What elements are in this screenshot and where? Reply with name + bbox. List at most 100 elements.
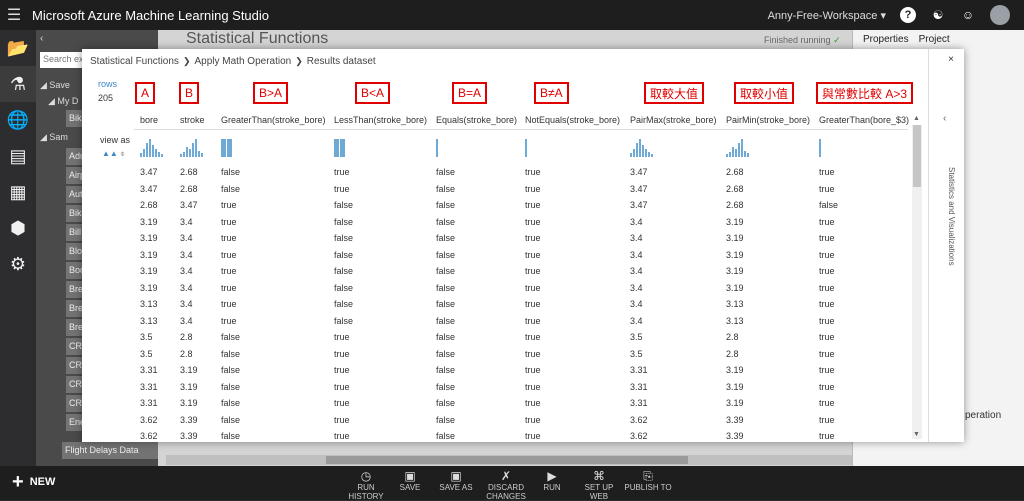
column-histogram[interactable] [180,137,210,157]
projects-icon[interactable]: 📂 [0,30,36,66]
table-cell[interactable]: 3.4 [180,217,193,227]
table-cell[interactable]: true [819,415,835,425]
table-cell[interactable]: 3.4 [180,316,193,326]
table-cell[interactable]: 3.31 [630,365,648,375]
column-header[interactable]: PairMin(stroke_bore) [726,115,810,125]
column-histogram[interactable] [525,137,555,157]
table-cell[interactable]: true [525,349,541,359]
table-cell[interactable]: 3.4 [630,266,643,276]
table-cell[interactable]: false [221,332,240,342]
table-cell[interactable]: 3.31 [140,398,158,408]
tab-properties[interactable]: Properties [863,34,909,46]
table-cell[interactable]: 3.19 [140,217,158,227]
table-cell[interactable]: true [525,167,541,177]
histogram-view-icon[interactable]: ▲▲ [102,149,118,158]
table-cell[interactable]: false [334,266,353,276]
table-cell[interactable]: true [525,250,541,260]
table-cell[interactable]: 3.31 [140,382,158,392]
table-cell[interactable]: false [436,217,455,227]
table-cell[interactable]: 3.5 [630,332,643,342]
table-cell[interactable]: false [436,184,455,194]
table-cell[interactable]: true [334,184,350,194]
table-cell[interactable]: 3.13 [726,316,744,326]
table-cell[interactable]: true [221,299,237,309]
table-cell[interactable]: 3.5 [140,332,153,342]
canvas-scrollbar-thumb[interactable] [326,456,688,464]
column-header[interactable]: PairMax(stroke_bore) [630,115,717,125]
table-cell[interactable]: true [525,283,541,293]
table-cell[interactable]: 3.39 [726,431,744,441]
table-cell[interactable]: true [334,167,350,177]
table-cell[interactable]: 3.62 [630,415,648,425]
column-histogram[interactable] [221,137,251,157]
table-cell[interactable]: true [525,398,541,408]
palette-tree-node[interactable]: ◢ Sam [40,132,68,143]
table-cell[interactable]: 3.39 [180,415,198,425]
table-cell[interactable]: 3.19 [726,217,744,227]
table-cell[interactable]: 3.19 [180,365,198,375]
table-cell[interactable]: true [525,332,541,342]
trained-models-cube-icon[interactable]: ⬢ [0,210,36,246]
table-cell[interactable]: true [334,431,350,441]
column-header[interactable]: NotEquals(stroke_bore) [525,115,620,125]
view-as-toggle[interactable]: ▲▲ ⌽ [102,149,125,159]
table-cell[interactable]: 3.19 [726,266,744,276]
toolbar-button-set-up-web[interactable]: ⌘ SET UP WEB [575,470,623,501]
table-cell[interactable]: 3.4 [630,316,643,326]
table-cell[interactable]: true [525,316,541,326]
table-cell[interactable]: 3.4 [630,217,643,227]
table-cell[interactable]: 3.31 [140,365,158,375]
toolbar-button-publish-to[interactable]: ⎘ PUBLISH TO [624,470,672,493]
table-cell[interactable]: false [334,283,353,293]
table-cell[interactable]: true [819,349,835,359]
table-cell[interactable]: 3.31 [630,398,648,408]
table-cell[interactable]: true [334,332,350,342]
table-cell[interactable]: true [819,382,835,392]
table-cell[interactable]: 3.13 [140,299,158,309]
column-histogram[interactable] [334,137,364,157]
collapse-palette-icon[interactable]: ‹ [40,33,43,44]
table-cell[interactable]: 3.47 [140,167,158,177]
table-cell[interactable]: true [334,398,350,408]
web-services-globe-icon[interactable]: 🌐 [0,102,36,138]
hamburger-menu-icon[interactable]: ☰ [0,5,28,25]
column-header[interactable]: stroke [180,115,205,125]
table-cell[interactable]: false [334,233,353,243]
table-cell[interactable]: 3.19 [726,250,744,260]
table-cell[interactable]: false [436,349,455,359]
table-cell[interactable]: true [525,415,541,425]
column-histogram[interactable] [140,137,170,157]
table-cell[interactable]: true [525,431,541,441]
column-header[interactable]: LessThan(stroke_bore) [334,115,427,125]
table-cell[interactable]: false [221,431,240,441]
table-cell[interactable]: false [436,398,455,408]
chevron-left-icon[interactable]: ‹ [943,113,946,124]
table-cell[interactable]: false [436,332,455,342]
palette-item[interactable]: Flight Delays Data [62,442,158,459]
table-cell[interactable]: true [819,283,835,293]
table-cell[interactable]: true [819,217,835,227]
table-cell[interactable]: 3.19 [726,398,744,408]
toolbar-button-save[interactable]: ▣ SAVE [386,470,434,493]
table-cell[interactable]: false [436,415,455,425]
table-cell[interactable]: 3.4 [180,250,193,260]
column-header[interactable]: Equals(stroke_bore) [436,115,517,125]
table-cell[interactable]: true [525,365,541,375]
new-button[interactable]: + NEW [12,472,55,492]
table-cell[interactable]: 3.47 [180,200,198,210]
toolbar-button-save-as[interactable]: ▣ SAVE AS [432,470,480,493]
workspace-selector[interactable]: Anny-Free-Workspace ▾ [768,9,886,22]
table-cell[interactable]: true [819,233,835,243]
table-cell[interactable]: true [525,266,541,276]
table-cell[interactable]: false [436,365,455,375]
table-cell[interactable]: 3.19 [140,233,158,243]
table-cell[interactable]: 3.4 [180,283,193,293]
table-cell[interactable]: false [436,431,455,441]
table-cell[interactable]: false [334,250,353,260]
breadcrumb-item[interactable]: Statistical Functions [90,56,179,67]
table-cell[interactable]: 2.8 [180,332,193,342]
column-header[interactable]: GreaterThan(bore_$3) [819,115,909,125]
column-histogram[interactable] [726,137,756,157]
table-cell[interactable]: 3.4 [630,283,643,293]
table-cell[interactable]: true [525,200,541,210]
